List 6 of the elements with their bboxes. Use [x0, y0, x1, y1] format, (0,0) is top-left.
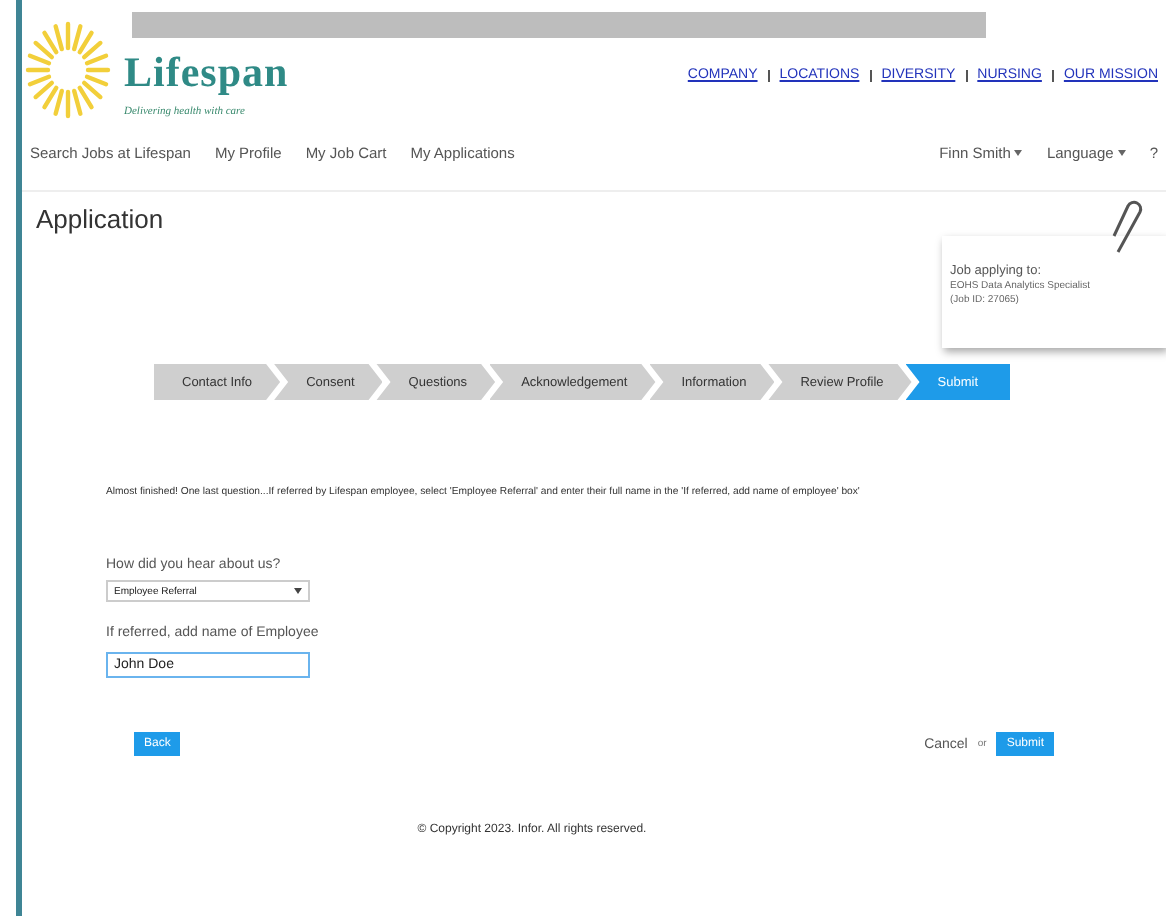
caret-icon [294, 588, 302, 594]
page-title: Application [34, 204, 164, 238]
brand-name: Lifespan [124, 47, 289, 97]
caret-icon[interactable] [1117, 150, 1126, 156]
sun-logo-icon [24, 20, 112, 120]
caret-icon[interactable] [1014, 150, 1023, 156]
